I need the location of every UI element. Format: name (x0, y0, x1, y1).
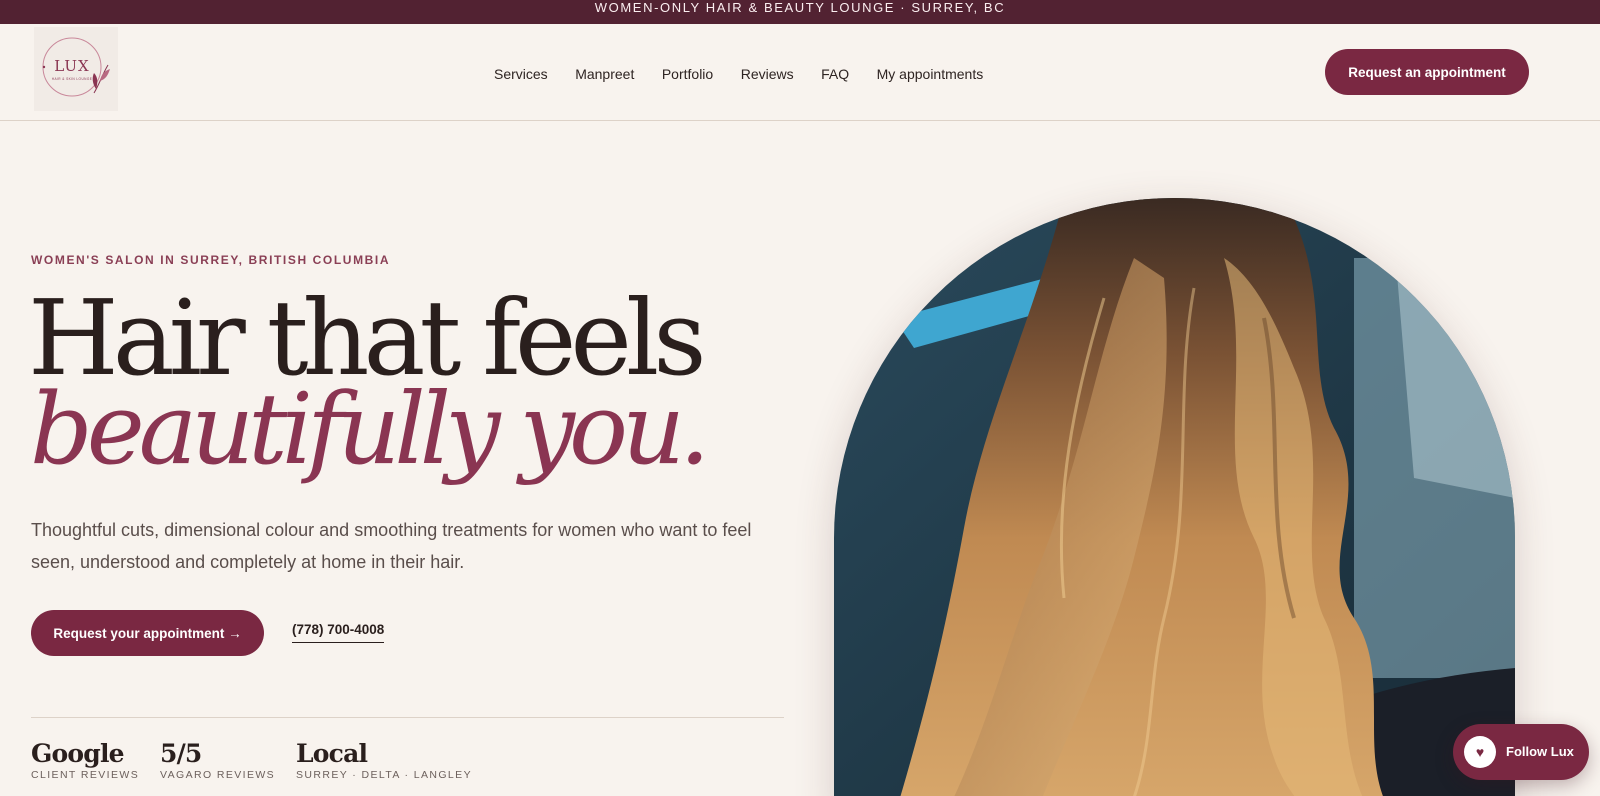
hero-image (834, 198, 1515, 796)
announcement-text: WOMEN-ONLY HAIR & BEAUTY LOUNGE · SURREY… (594, 0, 1006, 15)
announcement-bar: WOMEN-ONLY HAIR & BEAUTY LOUNGE · SURREY… (0, 0, 1600, 24)
stat-local: Local SURREY · DELTA · LANGLEY (296, 739, 472, 782)
main-nav: Services Manpreet Portfolio Reviews FAQ … (494, 65, 1011, 83)
hair-photo-icon (834, 198, 1515, 796)
svg-text:HAIR & SKIN LOUNGE: HAIR & SKIN LOUNGE (52, 77, 93, 81)
nav-manpreet[interactable]: Manpreet (575, 65, 634, 83)
phone-link[interactable]: (778) 700-4008 (292, 622, 385, 643)
stat-value: 5/5 (160, 739, 202, 768)
nav-services[interactable]: Services (494, 65, 548, 83)
hero-headline-line2: beautifully you. (30, 373, 710, 487)
stat-google: Google CLIENT REVIEWS (31, 739, 140, 782)
request-appointment-button[interactable]: Request an appointment (1325, 49, 1529, 95)
follow-lux-button[interactable]: ♥ Follow Lux (1453, 724, 1589, 780)
nav-portfolio[interactable]: Portfolio (662, 65, 713, 83)
lux-logo-icon: LUX HAIR & SKIN LOUNGE (42, 37, 110, 97)
stat-vagaro: 5/5 VAGARO REVIEWS (160, 739, 276, 782)
lux-logo[interactable]: LUX HAIR & SKIN LOUNGE (34, 27, 118, 111)
nav-faq[interactable]: FAQ (821, 65, 849, 83)
request-your-appointment-button[interactable]: Request your appointment → (31, 610, 264, 656)
stat-label: SURREY · DELTA · LANGLEY (296, 769, 472, 781)
nav-my-appointments[interactable]: My appointments (877, 65, 984, 83)
stat-label: CLIENT REVIEWS (31, 769, 140, 781)
svg-text:LUX: LUX (54, 57, 89, 75)
follow-label: Follow Lux (1506, 744, 1574, 759)
stats-divider (31, 717, 784, 718)
stat-label: VAGARO REVIEWS (160, 769, 276, 781)
nav-reviews[interactable]: Reviews (741, 65, 794, 83)
stat-value: Google (31, 739, 125, 768)
site-header: LUX HAIR & SKIN LOUNGE Services Manpreet… (0, 24, 1600, 121)
heart-icon: ♥ (1464, 736, 1496, 768)
hero-eyebrow: WOMEN'S SALON IN SURREY, BRITISH COLUMBI… (31, 253, 391, 267)
hero-lead: Thoughtful cuts, dimensional colour and … (31, 520, 752, 572)
stat-value: Local (296, 739, 368, 768)
